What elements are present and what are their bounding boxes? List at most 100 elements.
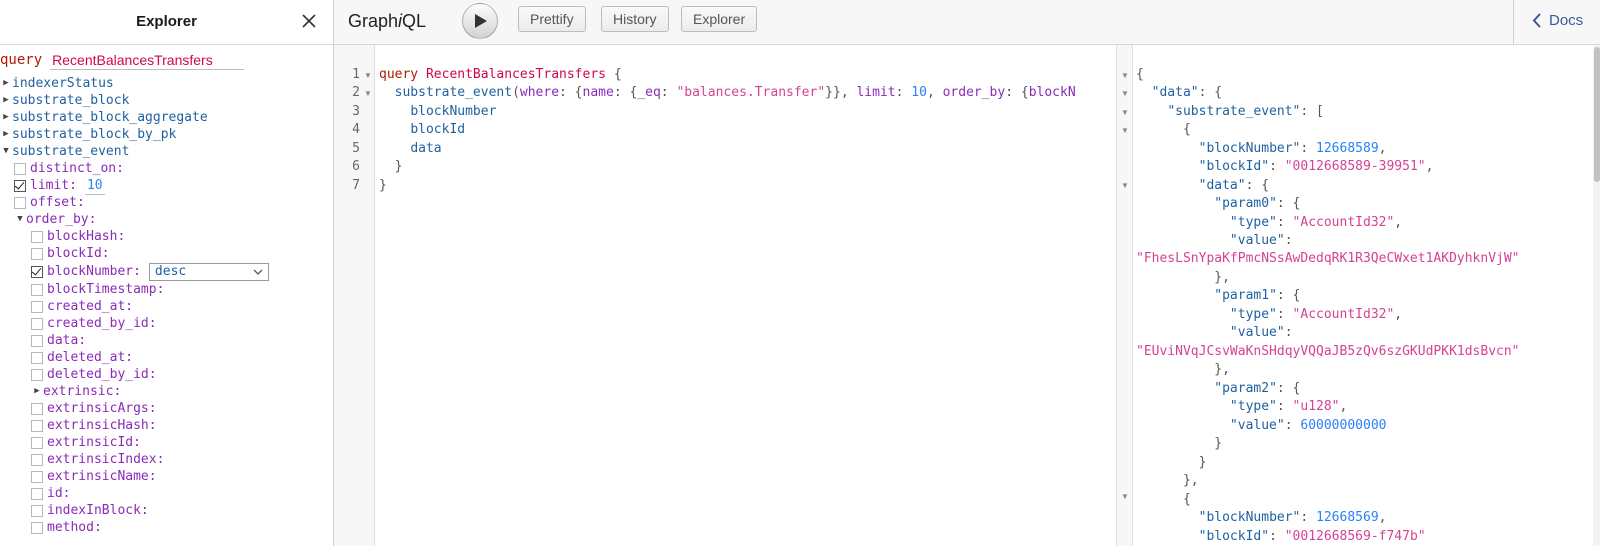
order-by-id[interactable]: id: bbox=[0, 485, 333, 502]
caret-right-icon[interactable]: ▶ bbox=[0, 75, 12, 92]
scrollbar-thumb[interactable] bbox=[1594, 47, 1600, 182]
field-label[interactable]: substrate_block_by_pk bbox=[12, 126, 176, 143]
order-by-created-by-id[interactable]: created_by_id: bbox=[0, 315, 333, 332]
arg-label[interactable]: deleted_at: bbox=[47, 349, 133, 366]
order-by-extrinsicArgs[interactable]: extrinsicArgs: bbox=[0, 400, 333, 417]
query-editor[interactable]: 1 ▼ 2 ▼ 3 4 5 6 7 query RecentBalancesTr… bbox=[334, 45, 1116, 546]
fold-marker-icon[interactable]: ▼ bbox=[364, 71, 372, 80]
fold-marker-icon[interactable]: ▼ bbox=[1121, 181, 1129, 190]
checkbox[interactable] bbox=[31, 521, 43, 534]
arg-label[interactable]: indexInBlock: bbox=[47, 502, 149, 519]
checkbox[interactable] bbox=[31, 230, 43, 243]
history-button[interactable]: History bbox=[601, 6, 669, 32]
checkbox[interactable] bbox=[31, 470, 43, 483]
fold-marker-icon[interactable]: ▼ bbox=[1121, 108, 1129, 117]
arg-label[interactable]: extrinsicName: bbox=[47, 468, 157, 485]
arg-label[interactable]: deleted_by_id: bbox=[47, 366, 157, 383]
arg-label[interactable]: blockId: bbox=[47, 245, 110, 262]
order-by-blockId[interactable]: blockId: bbox=[0, 245, 333, 262]
checkbox[interactable] bbox=[31, 334, 43, 347]
checkbox[interactable] bbox=[31, 419, 43, 432]
arg-label[interactable]: data: bbox=[47, 332, 86, 349]
prettify-button[interactable]: Prettify bbox=[518, 6, 586, 32]
checkbox[interactable] bbox=[31, 247, 43, 260]
fold-marker-icon[interactable]: ▼ bbox=[1121, 89, 1129, 98]
limit-value-input[interactable]: 10 bbox=[84, 177, 105, 195]
arg-label[interactable]: id: bbox=[47, 485, 70, 502]
fold-marker-icon[interactable]: ▼ bbox=[1121, 71, 1129, 80]
field-label[interactable]: substrate_block_aggregate bbox=[12, 109, 208, 126]
run-query-button[interactable] bbox=[462, 3, 498, 39]
arg-label[interactable]: created_by_id: bbox=[47, 315, 157, 332]
caret-right-icon[interactable]: ▶ bbox=[0, 109, 12, 126]
fold-marker-icon[interactable]: ▼ bbox=[1121, 492, 1129, 501]
fold-marker-icon[interactable]: ▼ bbox=[364, 89, 372, 98]
arg-label[interactable]: blockNumber: bbox=[47, 263, 141, 280]
caret-down-icon[interactable]: ▼ bbox=[0, 143, 12, 160]
caret-right-icon[interactable]: ▶ bbox=[0, 92, 12, 109]
field-label[interactable]: substrate_event bbox=[12, 143, 129, 160]
arg-label[interactable]: extrinsicArgs: bbox=[47, 400, 157, 417]
arg-offset[interactable]: offset: bbox=[0, 194, 333, 211]
arg-distinct-on[interactable]: distinct_on: bbox=[0, 160, 333, 177]
explorer-toggle-button[interactable]: Explorer bbox=[681, 6, 758, 32]
checkbox-checked[interactable] bbox=[14, 179, 26, 192]
caret-down-icon[interactable]: ▼ bbox=[14, 211, 26, 228]
order-by-method[interactable]: method: bbox=[0, 519, 333, 536]
order-by-blockHash[interactable]: blockHash: bbox=[0, 228, 333, 245]
tree-field-indexerStatus[interactable]: ▶ indexerStatus bbox=[0, 75, 333, 92]
checkbox[interactable] bbox=[31, 300, 43, 313]
checkbox[interactable] bbox=[31, 351, 43, 364]
query-name-input[interactable] bbox=[50, 50, 245, 70]
checkbox-checked[interactable] bbox=[31, 265, 43, 278]
tree-field-substrate-block-by-pk[interactable]: ▶ substrate_block_by_pk bbox=[0, 126, 333, 143]
checkbox[interactable] bbox=[31, 368, 43, 381]
tree-field-substrate-block-aggregate[interactable]: ▶ substrate_block_aggregate bbox=[0, 109, 333, 126]
order-by-indexInBlock[interactable]: indexInBlock: bbox=[0, 502, 333, 519]
order-direction-select[interactable]: desc bbox=[148, 262, 269, 281]
order-by-created-at[interactable]: created_at: bbox=[0, 298, 333, 315]
arg-label[interactable]: offset: bbox=[30, 194, 85, 211]
arg-limit[interactable]: limit: 10 bbox=[0, 177, 333, 195]
arg-label[interactable]: limit: bbox=[30, 177, 77, 194]
arg-label[interactable]: created_at: bbox=[47, 298, 133, 315]
order-by-extrinsicIndex[interactable]: extrinsicIndex: bbox=[0, 451, 333, 468]
arg-label[interactable]: extrinsicIndex: bbox=[47, 451, 164, 468]
order-by-deleted-at[interactable]: deleted_at: bbox=[0, 349, 333, 366]
tree-field-substrate-event[interactable]: ▼ substrate_event bbox=[0, 143, 333, 160]
order-by-blockNumber[interactable]: blockNumber: desc bbox=[0, 262, 333, 281]
checkbox[interactable] bbox=[31, 504, 43, 517]
order-by-extrinsicId[interactable]: extrinsicId: bbox=[0, 434, 333, 451]
tree-field-substrate-block[interactable]: ▶ substrate_block bbox=[0, 92, 333, 109]
arg-label[interactable]: order_by: bbox=[26, 211, 96, 228]
order-by-extrinsicName[interactable]: extrinsicName: bbox=[0, 468, 333, 485]
order-by-data[interactable]: data: bbox=[0, 332, 333, 349]
checkbox[interactable] bbox=[31, 453, 43, 466]
field-label[interactable]: substrate_block bbox=[12, 92, 129, 109]
docs-button[interactable]: Docs bbox=[1532, 12, 1583, 29]
arg-label[interactable]: extrinsicId: bbox=[47, 434, 141, 451]
checkbox[interactable] bbox=[14, 162, 26, 175]
arg-order-by[interactable]: ▼ order_by: bbox=[0, 211, 333, 228]
checkbox[interactable] bbox=[31, 436, 43, 449]
checkbox[interactable] bbox=[31, 487, 43, 500]
caret-right-icon[interactable]: ▶ bbox=[31, 383, 43, 400]
field-label[interactable]: indexerStatus bbox=[12, 75, 114, 92]
checkbox[interactable] bbox=[31, 283, 43, 296]
arg-label[interactable]: method: bbox=[47, 519, 102, 536]
arg-label[interactable]: extrinsicHash: bbox=[47, 417, 157, 434]
caret-right-icon[interactable]: ▶ bbox=[0, 126, 12, 143]
order-by-extrinsic[interactable]: ▶ extrinsic: bbox=[0, 383, 333, 400]
result-scrollbar[interactable] bbox=[1593, 45, 1600, 546]
arg-label[interactable]: extrinsic: bbox=[43, 383, 121, 400]
arg-label[interactable]: blockTimestamp: bbox=[47, 281, 164, 298]
arg-label[interactable]: blockHash: bbox=[47, 228, 125, 245]
close-icon[interactable] bbox=[299, 11, 319, 31]
order-by-deleted-by-id[interactable]: deleted_by_id: bbox=[0, 366, 333, 383]
checkbox[interactable] bbox=[14, 196, 26, 209]
fold-marker-icon[interactable]: ▼ bbox=[1121, 126, 1129, 135]
arg-label[interactable]: distinct_on: bbox=[30, 160, 124, 177]
order-by-extrinsicHash[interactable]: extrinsicHash: bbox=[0, 417, 333, 434]
checkbox[interactable] bbox=[31, 402, 43, 415]
checkbox[interactable] bbox=[31, 317, 43, 330]
